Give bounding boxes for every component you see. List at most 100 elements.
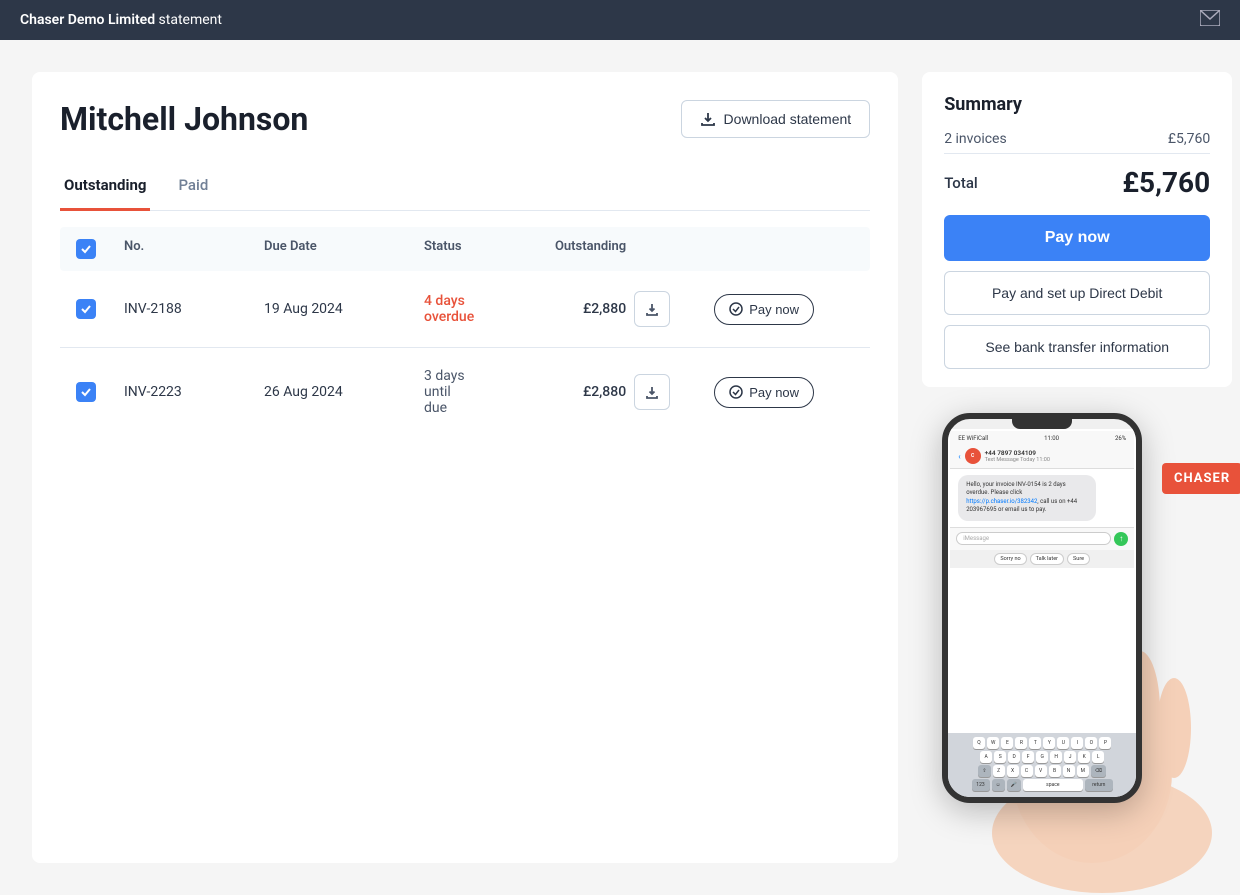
key-h[interactable]: H (1050, 751, 1062, 763)
keyboard-row-1: Q W E R T Y U I O P (950, 737, 1134, 749)
key-v[interactable]: V (1035, 765, 1047, 777)
key-space[interactable]: space (1023, 779, 1083, 791)
mail-icon[interactable] (1200, 10, 1220, 30)
key-c[interactable]: C (1021, 765, 1033, 777)
sms-message-bubble: Hello, your invoice INV-0154 is 2 days o… (958, 475, 1096, 521)
key-l[interactable]: L (1092, 751, 1104, 763)
chaser-logo-badge: CHASER (1162, 463, 1240, 494)
pay-now-button[interactable]: Pay now (944, 215, 1210, 261)
row1-outstanding: £2,880 (474, 301, 634, 317)
page-title: Mitchell Johnson (60, 100, 308, 138)
keyboard-row-3: ⇧ Z X C V B N M ⌫ (950, 765, 1134, 777)
message-sub-label: Text Message Today 11:00 (985, 457, 1050, 463)
key-b[interactable]: B (1049, 765, 1061, 777)
row1-pay[interactable]: Pay now (714, 294, 854, 325)
message-input-field[interactable]: iMessage (956, 532, 1111, 545)
contact-number: +44 7897 034109 (985, 449, 1050, 457)
row1-download[interactable] (634, 291, 714, 327)
pay-circle-icon (729, 385, 743, 399)
back-arrow-icon: ‹ (958, 452, 960, 461)
tab-outstanding[interactable]: Outstanding (60, 166, 150, 211)
key-t[interactable]: T (1029, 737, 1041, 749)
row2-download[interactable] (634, 374, 714, 410)
phone-notch (1012, 419, 1072, 429)
invoice-table: No. Due Date Status Outstanding INV-2188… (60, 227, 870, 436)
key-mic[interactable]: 🎤 (1007, 779, 1021, 791)
keyboard-row-2: A S D F G H J K L (950, 751, 1134, 763)
row2-pay[interactable]: Pay now (714, 377, 854, 408)
brand-label: Chaser Demo Limited statement (20, 12, 222, 28)
page-header: Mitchell Johnson Download statement (60, 100, 870, 138)
col-pay-header (714, 239, 854, 259)
phone-message-header: ‹ C +44 7897 034109 Text Message Today 1… (950, 444, 1134, 469)
col-duedate-header: Due Date (264, 239, 424, 259)
key-r[interactable]: R (1015, 737, 1027, 749)
keyboard-area: Q W E R T Y U I O P A (948, 733, 1136, 797)
row2-outstanding: £2,880 (474, 384, 634, 400)
key-delete[interactable]: ⌫ (1091, 765, 1106, 777)
key-i[interactable]: I (1071, 737, 1083, 749)
select-all-checkbox[interactable] (76, 239, 96, 259)
key-shift[interactable]: ⇧ (978, 765, 990, 777)
col-status-header: Status (424, 239, 474, 259)
chaser-avatar: C (965, 448, 981, 464)
key-o[interactable]: O (1085, 737, 1097, 749)
download-icon (700, 111, 716, 127)
row1-duedate: 19 Aug 2024 (264, 301, 424, 317)
message-input-bar: iMessage ↑ (950, 527, 1134, 550)
col-number-header: No. (124, 239, 264, 259)
key-u[interactable]: U (1057, 737, 1069, 749)
summary-title: Summary (944, 94, 1210, 115)
key-123[interactable]: 123 (972, 779, 990, 791)
bank-transfer-button[interactable]: See bank transfer information (944, 325, 1210, 369)
row1-status: 4 days overdue (424, 293, 474, 325)
invoice-count-label: 2 invoices (944, 131, 1007, 147)
row2-checkbox[interactable] (76, 382, 124, 402)
key-q[interactable]: Q (973, 737, 985, 749)
tab-paid[interactable]: Paid (174, 166, 212, 211)
row2-duedate: 26 Aug 2024 (264, 384, 424, 400)
tabs-bar: Outstanding Paid (60, 166, 870, 211)
quick-reply-sure[interactable]: Sure (1067, 553, 1090, 565)
phone-device: EE WiFiCall 11:00 26% ‹ C +44 7897 03410… (942, 413, 1142, 803)
key-return[interactable]: return (1085, 779, 1113, 791)
left-panel: Mitchell Johnson Download statement Outs… (32, 72, 898, 863)
summary-invoices-row: 2 invoices £5,760 (944, 125, 1210, 154)
send-button[interactable]: ↑ (1114, 532, 1128, 546)
col-dl-header (634, 239, 714, 259)
key-z[interactable]: Z (993, 765, 1005, 777)
download-statement-button[interactable]: Download statement (681, 100, 871, 138)
key-g[interactable]: G (1036, 751, 1048, 763)
phone-mockup-area: C H ASER EE WiFiCall 11:00 26% ‹ C (922, 403, 1232, 863)
key-x[interactable]: X (1007, 765, 1019, 777)
key-s[interactable]: S (994, 751, 1006, 763)
top-navigation: Chaser Demo Limited statement (0, 0, 1240, 40)
row1-number: INV-2188 (124, 301, 264, 317)
table-header-row: No. Due Date Status Outstanding (60, 227, 870, 271)
key-emoji[interactable]: ☺ (992, 779, 1005, 791)
summary-total-row: Total £5,760 (944, 166, 1210, 199)
quick-reply-talk[interactable]: Talk later (1030, 553, 1064, 565)
download-row-icon (645, 302, 659, 316)
phone-status-bar: EE WiFiCall 11:00 26% (950, 431, 1134, 444)
quick-reply-sorry[interactable]: Sorry no (994, 553, 1026, 565)
key-m[interactable]: M (1077, 765, 1089, 777)
row1-checkbox[interactable] (76, 299, 124, 319)
key-k[interactable]: K (1078, 751, 1090, 763)
key-d[interactable]: D (1008, 751, 1020, 763)
key-n[interactable]: N (1063, 765, 1075, 777)
key-e[interactable]: E (1001, 737, 1013, 749)
direct-debit-button[interactable]: Pay and set up Direct Debit (944, 271, 1210, 315)
total-amount: £5,760 (1122, 166, 1210, 199)
key-w[interactable]: W (987, 737, 999, 749)
key-f[interactable]: F (1022, 751, 1034, 763)
message-link: https://p.chaser.io/382342 (966, 498, 1037, 505)
key-a[interactable]: A (980, 751, 992, 763)
key-y[interactable]: Y (1043, 737, 1055, 749)
col-checkbox (76, 239, 124, 259)
pay-circle-icon (729, 302, 743, 316)
key-p[interactable]: P (1099, 737, 1111, 749)
invoice-amount: £5,760 (1168, 131, 1210, 147)
row2-number: INV-2223 (124, 384, 264, 400)
key-j[interactable]: J (1064, 751, 1076, 763)
